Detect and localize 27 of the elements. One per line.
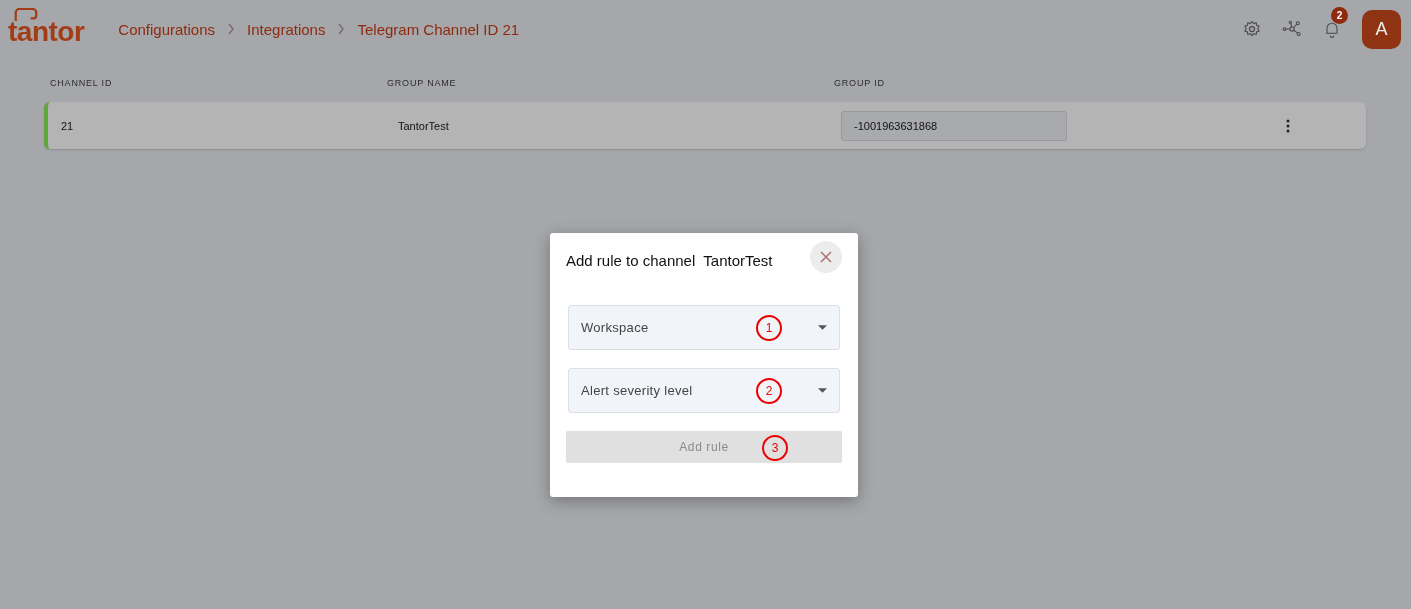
breadcrumb-link[interactable]: Integrations (247, 20, 326, 38)
more-options-icon[interactable] (1286, 118, 1290, 133)
breadcrumb-link[interactable]: Configurations (118, 20, 216, 38)
notification-count: 2 (1331, 7, 1348, 24)
caret-icon (818, 325, 827, 330)
column-header: GROUP NAME (387, 78, 458, 88)
group-id-field[interactable]: -1001963631868 (841, 110, 1067, 141)
column-header: GROUP ID (834, 78, 886, 88)
table-cell-text: TantorTest (398, 119, 450, 132)
network-nodes-icon[interactable] (1282, 19, 1302, 39)
chevron-right-icon (227, 23, 236, 35)
breadcrumb-link[interactable]: Telegram Channel ID 21 (357, 20, 520, 38)
chevron-right-icon (337, 23, 346, 35)
table-cell-text: 21 (61, 119, 75, 132)
table-row[interactable]: 21 TantorTest -1001963631868 (44, 102, 1366, 149)
dropdown-field[interactable]: Alert severity level 2 (568, 368, 840, 413)
settings-icon[interactable] (1242, 19, 1262, 39)
close-icon (820, 251, 832, 263)
user-avatar[interactable]: A (1362, 9, 1401, 49)
dialog-title: Add rule to channel TantorTest (566, 250, 773, 269)
close-button[interactable] (810, 241, 842, 273)
annotation-number: 3 (762, 435, 788, 461)
column-header: CHANNEL ID (50, 78, 114, 88)
annotation-number: 2 (756, 378, 782, 404)
caret-icon (818, 388, 827, 393)
dropdown-field[interactable]: Workspace 1 (568, 305, 840, 350)
annotation-number: 1 (756, 315, 782, 341)
